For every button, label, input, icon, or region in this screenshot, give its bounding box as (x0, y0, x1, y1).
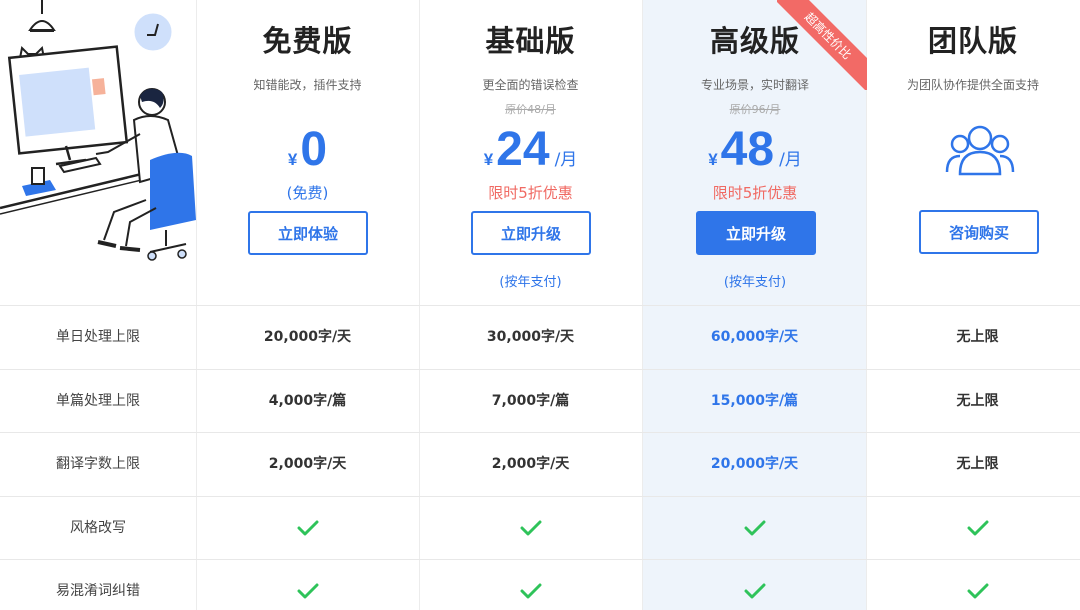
plan-name: 高级版 (709, 24, 800, 58)
feature-value (643, 560, 866, 610)
price-subtext: (免费) (286, 184, 329, 202)
plan-name: 团队版 (927, 24, 1018, 58)
feature-value: 无上限 (956, 393, 999, 409)
feature-label: 单日处理上限 (56, 329, 140, 345)
billing-note: (按年支付) (499, 275, 562, 290)
plan-description: 为团队协作提供全面支持 (906, 78, 1039, 92)
feature-value: 无上限 (956, 329, 999, 345)
plan-price: ¥ 48 /月 (643, 122, 867, 182)
feature-row: 单篇处理上限 4,000字/篇 7,000字/篇 15,000字/篇 无上限 (0, 370, 1080, 433)
currency-symbol: ¥ (287, 150, 298, 169)
feature-label: 单篇处理上限 (56, 393, 140, 409)
feature-value: 20,000字/天 (263, 329, 352, 345)
feature-value: 无上限 (956, 456, 999, 472)
feature-value (419, 560, 642, 610)
plan-name: 基础版 (485, 24, 576, 58)
currency-symbol: ¥ (708, 150, 718, 169)
check-icon (744, 583, 766, 599)
plan-description: 专业场景，实时翻译 (700, 78, 809, 92)
original-price: 原价96/月 (729, 103, 781, 116)
plan-price: ¥ 0 (196, 122, 419, 182)
price-amount: 24 (496, 123, 550, 176)
feature-row: 风格改写 (0, 497, 1080, 560)
feature-value (643, 497, 866, 560)
consult-purchase-button[interactable]: 咨询购买 (919, 210, 1039, 254)
discount-text: 限时5折优惠 (712, 184, 798, 202)
plan-team: 团队版 为团队协作提供全面支持 咨询购买 (866, 0, 1080, 305)
feature-row: 翻译字数上限 2,000字/天 2,000字/天 20,000字/天 无上限 (0, 433, 1080, 496)
plan-premium: 超高性价比 高级版 专业场景，实时翻译 原价96/月 ¥ 48 /月 限时5折优… (643, 0, 867, 305)
feature-value: 60,000字/天 (710, 329, 799, 345)
feature-value (419, 497, 642, 560)
plan-basic: 基础版 更全面的错误检查 原价48/月 ¥ 24 /月 限时5折优惠 立即升级 … (419, 0, 642, 305)
price-amount: 0 (300, 123, 328, 176)
plan-description: 更全面的错误检查 (482, 78, 579, 92)
feature-value: 20,000字/天 (710, 456, 799, 472)
feature-label: 翻译字数上限 (56, 456, 140, 472)
check-icon (967, 520, 989, 536)
feature-row: 单日处理上限 20,000字/天 30,000字/天 60,000字/天 无上限 (0, 306, 1080, 369)
upgrade-basic-button[interactable]: 立即升级 (471, 211, 591, 255)
original-price: 原价48/月 (505, 103, 556, 116)
feature-value: 2,000字/天 (268, 456, 347, 472)
price-unit: /月 (779, 150, 802, 170)
feature-value: 2,000字/天 (491, 456, 570, 472)
plan-free: 免费版 知错能改，插件支持 ¥ 0 (免费) 立即体验 (196, 0, 419, 305)
pricing-table: 免费版 知错能改，插件支持 ¥ 0 (免费) 立即体验 基础版 更全面的错误检查… (0, 0, 1080, 610)
check-icon (297, 520, 319, 536)
plan-description: 知错能改，插件支持 (253, 78, 362, 92)
plan-name: 免费版 (262, 24, 353, 58)
feature-value (866, 497, 1080, 560)
check-icon (744, 520, 766, 536)
feature-row: 易混淆词纠错 (0, 560, 1080, 610)
feature-value (866, 560, 1080, 610)
check-icon (520, 520, 542, 536)
billing-note: (按年支付) (723, 275, 787, 290)
feature-label: 风格改写 (70, 520, 126, 536)
person-at-computer-illustration (0, 0, 196, 261)
feature-value (196, 560, 419, 610)
currency-symbol: ¥ (483, 150, 494, 169)
feature-value: 4,000字/篇 (268, 393, 347, 409)
feature-value: 30,000字/天 (486, 329, 575, 345)
try-now-button[interactable]: 立即体验 (248, 211, 368, 255)
price-unit: /月 (554, 150, 578, 170)
upgrade-premium-button[interactable]: 立即升级 (696, 211, 816, 255)
check-icon (520, 583, 542, 599)
check-icon (967, 583, 989, 599)
feature-value (196, 497, 419, 560)
plan-price: ¥ 24 /月 (419, 122, 642, 182)
feature-value: 7,000字/篇 (491, 393, 570, 409)
feature-value: 15,000字/篇 (710, 393, 799, 409)
price-amount: 48 (720, 123, 775, 176)
feature-label: 易混淆词纠错 (56, 583, 140, 599)
check-icon (297, 583, 319, 599)
team-users-icon (945, 125, 1015, 176)
discount-text: 限时5折优惠 (488, 184, 573, 202)
